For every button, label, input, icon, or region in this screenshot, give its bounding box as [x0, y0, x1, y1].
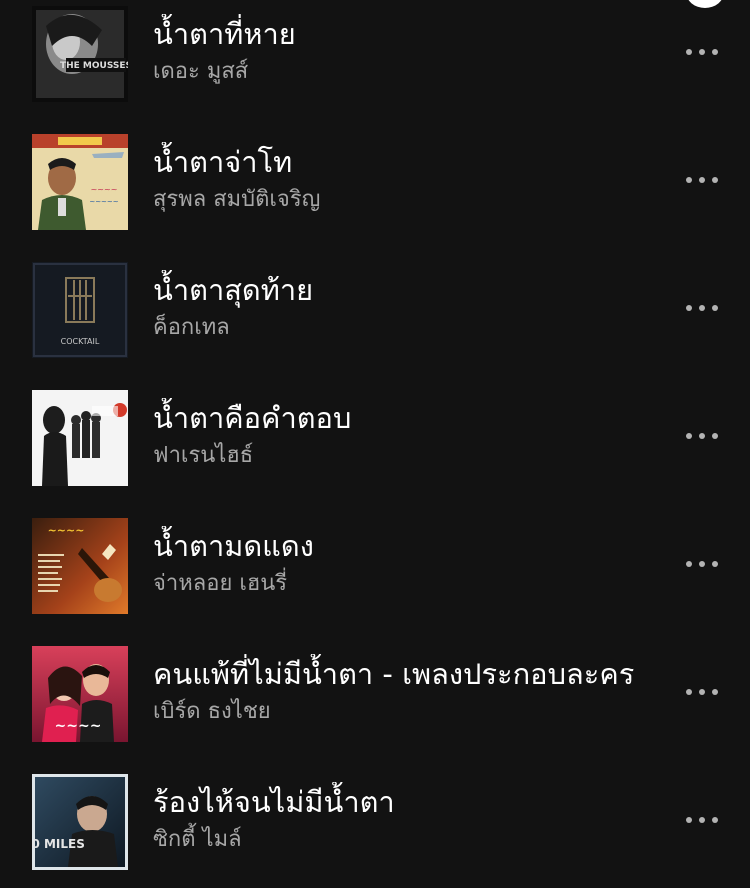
- album-cover: ~~~~: [32, 518, 128, 614]
- track-title: ร้องไห้จนไม่มีน้ำตา: [153, 785, 395, 819]
- track-artist: เดอะ มูสส์: [153, 59, 249, 84]
- track-artist: ฟาเรนไฮธ์: [153, 443, 254, 468]
- more-horizontal-icon: [686, 561, 718, 567]
- cover-text: 60 MILES: [32, 837, 85, 851]
- track-title: คนแพ้ที่ไม่มีน้ำตา - เพลงประกอบละคร: [153, 657, 635, 691]
- more-horizontal-icon: [686, 433, 718, 439]
- track-artist: ซิกตี้ ไมล์: [153, 827, 242, 852]
- track-artist: สุรพล สมบัติเจริญ: [153, 187, 321, 212]
- track-row[interactable]: ~~~~ น้ำตามดแดง จ่าหลอย เฮนรี่: [0, 512, 750, 640]
- track-artist: ค็อกเทล: [153, 315, 230, 340]
- more-horizontal-icon: [686, 49, 718, 55]
- more-options-button[interactable]: [678, 32, 726, 72]
- track-artist: เบิร์ด ธงไชย: [153, 699, 271, 724]
- more-options-button[interactable]: [678, 544, 726, 584]
- track-title: น้ำตาคือคำตอบ: [153, 401, 352, 435]
- track-row[interactable]: COCKTAIL น้ำตาสุดท้าย ค็อกเทล: [0, 256, 750, 384]
- track-row[interactable]: ~~~~ คนแพ้ที่ไม่มีน้ำตา - เพลงประกอบละคร…: [0, 640, 750, 768]
- more-options-button[interactable]: [678, 800, 726, 840]
- more-horizontal-icon: [686, 305, 718, 311]
- track-title: น้ำตาที่หาย: [153, 17, 296, 51]
- more-options-button[interactable]: [678, 672, 726, 712]
- more-horizontal-icon: [686, 817, 718, 823]
- more-options-button[interactable]: [678, 288, 726, 328]
- album-cover: [32, 390, 128, 486]
- track-artist: จ่าหลอย เฮนรี่: [153, 571, 288, 596]
- album-cover: 60 MILES: [32, 774, 128, 870]
- track-row[interactable]: 60 MILES ร้องไห้จนไม่มีน้ำตา ซิกตี้ ไมล์: [0, 768, 750, 888]
- svg-text:~~~~~: ~~~~~: [89, 198, 118, 206]
- cover-text: THE MOUSSES: [60, 61, 128, 71]
- more-horizontal-icon: [686, 689, 718, 695]
- track-row[interactable]: ~~~~ ~~~~~ น้ำตาจ่าโท สุรพล สมบัติเจริญ: [0, 128, 750, 256]
- more-options-button[interactable]: [678, 160, 726, 200]
- track-row[interactable]: THE MOUSSES น้ำตาที่หาย เดอะ มูสส์: [0, 0, 750, 128]
- album-cover: ~~~~ ~~~~~: [32, 134, 128, 230]
- track-title: น้ำตาสุดท้าย: [153, 273, 314, 307]
- cover-text: COCKTAIL: [61, 337, 100, 346]
- more-options-button[interactable]: [678, 416, 726, 456]
- track-title: น้ำตาจ่าโท: [153, 145, 293, 179]
- track-list-screen: THE MOUSSES น้ำตาที่หาย เดอะ มูสส์ ~~~~ …: [0, 0, 750, 888]
- track-title: น้ำตามดแดง: [153, 529, 314, 563]
- svg-text:~~~~: ~~~~: [55, 718, 102, 734]
- track-row[interactable]: น้ำตาคือคำตอบ ฟาเรนไฮธ์: [0, 384, 750, 512]
- svg-text:~~~~: ~~~~: [91, 185, 118, 194]
- more-horizontal-icon: [686, 177, 718, 183]
- album-cover: THE MOUSSES: [32, 6, 128, 102]
- album-cover: COCKTAIL: [32, 262, 128, 358]
- album-cover: ~~~~: [32, 646, 128, 742]
- svg-text:~~~~: ~~~~: [48, 524, 85, 537]
